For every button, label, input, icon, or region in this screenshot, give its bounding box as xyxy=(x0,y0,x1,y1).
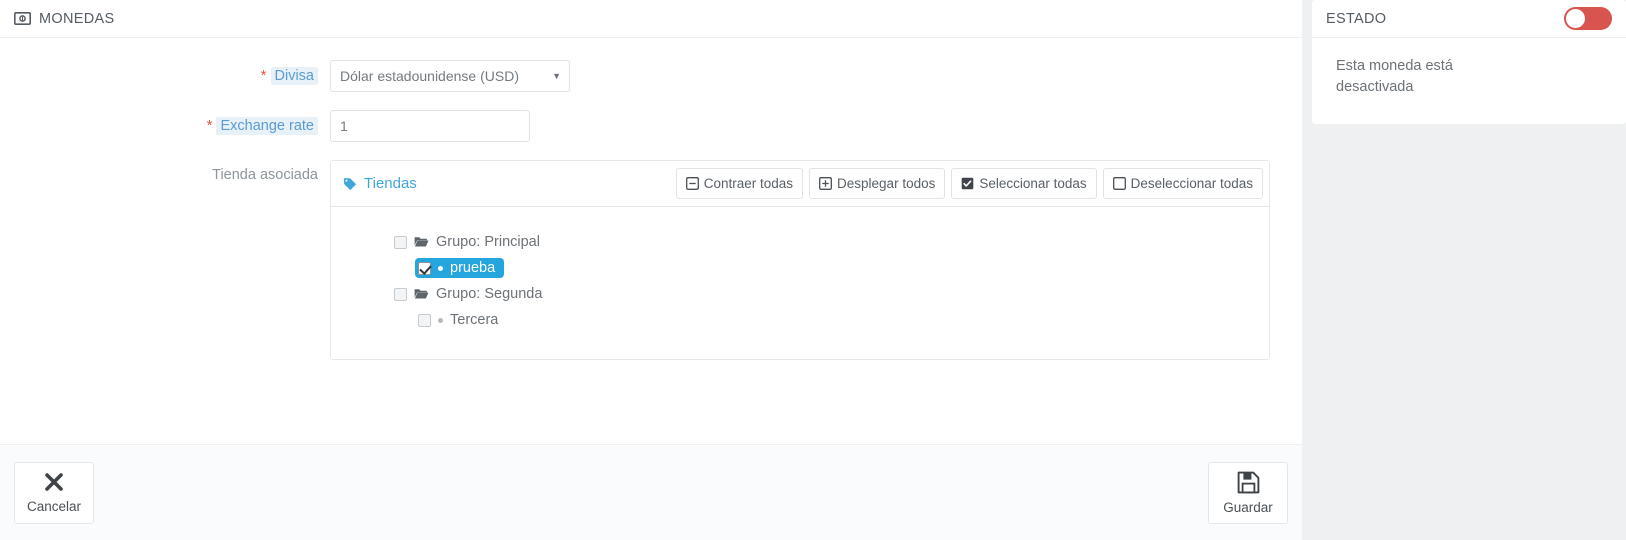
form-row-exchange-rate: * Exchange rate xyxy=(0,110,1302,142)
screen-root: MONEDAS * Divisa Dólar estadounidense (US… xyxy=(0,0,1626,540)
tree-node-checkbox[interactable] xyxy=(394,235,407,249)
tree-node-label: Grupo: Segunda xyxy=(436,286,543,302)
tree-row-group-segunda[interactable]: Grupo: Segunda xyxy=(331,281,1269,307)
tienda-asociada-label-cell: Tienda asociada xyxy=(0,160,330,183)
folder-open-icon xyxy=(414,236,429,248)
panel-header: MONEDAS xyxy=(0,0,1302,38)
cancel-button-label: Cancelar xyxy=(26,499,82,514)
bullet-icon xyxy=(438,265,443,271)
tree-row-tercera[interactable]: Tercera xyxy=(331,307,1269,333)
status-card-header: ESTADO xyxy=(1312,0,1626,38)
status-toggle-knob xyxy=(1566,9,1585,28)
tree-node-checkbox[interactable] xyxy=(394,287,407,301)
tree-node-content: Tercera xyxy=(415,310,507,330)
status-card: ESTADO Esta moneda está desactivada xyxy=(1312,0,1626,125)
save-button[interactable]: Guardar xyxy=(1208,461,1288,524)
floppy-save-icon xyxy=(1237,471,1260,494)
tree-node-content: Grupo: Segunda xyxy=(391,284,551,304)
shops-tree-toolbar: Tiendas Contraer todas Desplegar todos S… xyxy=(331,161,1269,207)
exchange-rate-input[interactable] xyxy=(330,110,530,142)
checkbox-empty-icon xyxy=(1112,177,1126,190)
shops-tree-title-label: Tiendas xyxy=(364,175,417,192)
expand-all-label: Desplegar todos xyxy=(837,176,936,191)
status-toggle[interactable] xyxy=(1564,7,1612,30)
required-marker: * xyxy=(260,67,267,84)
tree-node-label: Grupo: Principal xyxy=(436,234,540,250)
tree-node-label: Tercera xyxy=(450,312,499,328)
deselect-all-label: Deseleccionar todas xyxy=(1130,176,1253,191)
tree-row-group-principal[interactable]: Grupo: Principal xyxy=(331,229,1269,255)
tienda-asociada-label: Tienda asociada xyxy=(212,167,318,183)
tree-node-content: Grupo: Principal xyxy=(391,232,549,252)
bullet-icon xyxy=(438,317,443,323)
tree-node-label: prueba xyxy=(450,260,496,276)
page-title: MONEDAS xyxy=(39,10,115,27)
minus-square-icon xyxy=(685,177,699,190)
form-row-tienda-asociada: Tienda asociada Tiendas Contraer todas D… xyxy=(0,160,1302,360)
deselect-all-button[interactable]: Deseleccionar todas xyxy=(1102,168,1263,199)
exchange-rate-field-cell xyxy=(330,110,1302,142)
tag-icon xyxy=(343,177,357,191)
exchange-rate-label: Exchange rate xyxy=(216,117,318,135)
save-button-label: Guardar xyxy=(1223,499,1273,515)
expand-all-button[interactable]: Desplegar todos xyxy=(809,168,946,199)
folder-open-icon xyxy=(414,288,429,300)
tree-node-checkbox[interactable] xyxy=(418,261,431,275)
times-icon xyxy=(43,471,65,493)
select-all-button[interactable]: Seleccionar todas xyxy=(951,168,1097,199)
divisa-select-wrap: Dólar estadounidense (USD) ▼ xyxy=(330,60,570,92)
cancel-button[interactable]: Cancelar xyxy=(14,461,94,524)
tienda-asociada-field-cell: Tiendas Contraer todas Desplegar todos S… xyxy=(330,160,1302,360)
select-all-label: Seleccionar todas xyxy=(979,176,1087,191)
panel-footer: Cancelar Guardar xyxy=(0,444,1302,540)
divisa-field-cell: Dólar estadounidense (USD) ▼ xyxy=(330,60,1302,92)
tree-node-content: prueba xyxy=(415,258,505,278)
sidebar: ESTADO Esta moneda está desactivada xyxy=(1302,0,1626,540)
status-card-title: ESTADO xyxy=(1326,10,1387,27)
form-row-divisa: * Divisa Dólar estadounidense (USD) ▼ xyxy=(0,60,1302,92)
currency-form-panel: MONEDAS * Divisa Dólar estadounidense (US… xyxy=(0,0,1302,540)
collapse-all-button[interactable]: Contraer todas xyxy=(675,168,804,199)
shops-tree-title: Tiendas xyxy=(343,175,417,192)
divisa-select[interactable]: Dólar estadounidense (USD) xyxy=(330,60,570,92)
exchange-rate-label-cell: * Exchange rate xyxy=(0,110,330,135)
shops-tree-panel: Tiendas Contraer todas Desplegar todos S… xyxy=(330,160,1270,360)
tree-row-prueba[interactable]: prueba xyxy=(331,255,1269,281)
collapse-all-label: Contraer todas xyxy=(703,176,794,191)
divisa-label-cell: * Divisa xyxy=(0,60,330,85)
checkbox-checked-icon xyxy=(961,177,974,190)
money-bill-icon xyxy=(14,12,31,25)
divisa-label: Divisa xyxy=(270,67,318,85)
tree-node-checkbox[interactable] xyxy=(418,313,431,327)
panel-body: * Divisa Dólar estadounidense (USD) ▼ * Ex… xyxy=(0,38,1302,444)
required-marker: * xyxy=(206,117,213,134)
shops-tree-nodes: Grupo: Principal prueba Grupo: Segunda T… xyxy=(331,207,1269,359)
status-card-message: Esta moneda está desactivada xyxy=(1336,58,1453,96)
plus-square-icon xyxy=(819,177,832,190)
